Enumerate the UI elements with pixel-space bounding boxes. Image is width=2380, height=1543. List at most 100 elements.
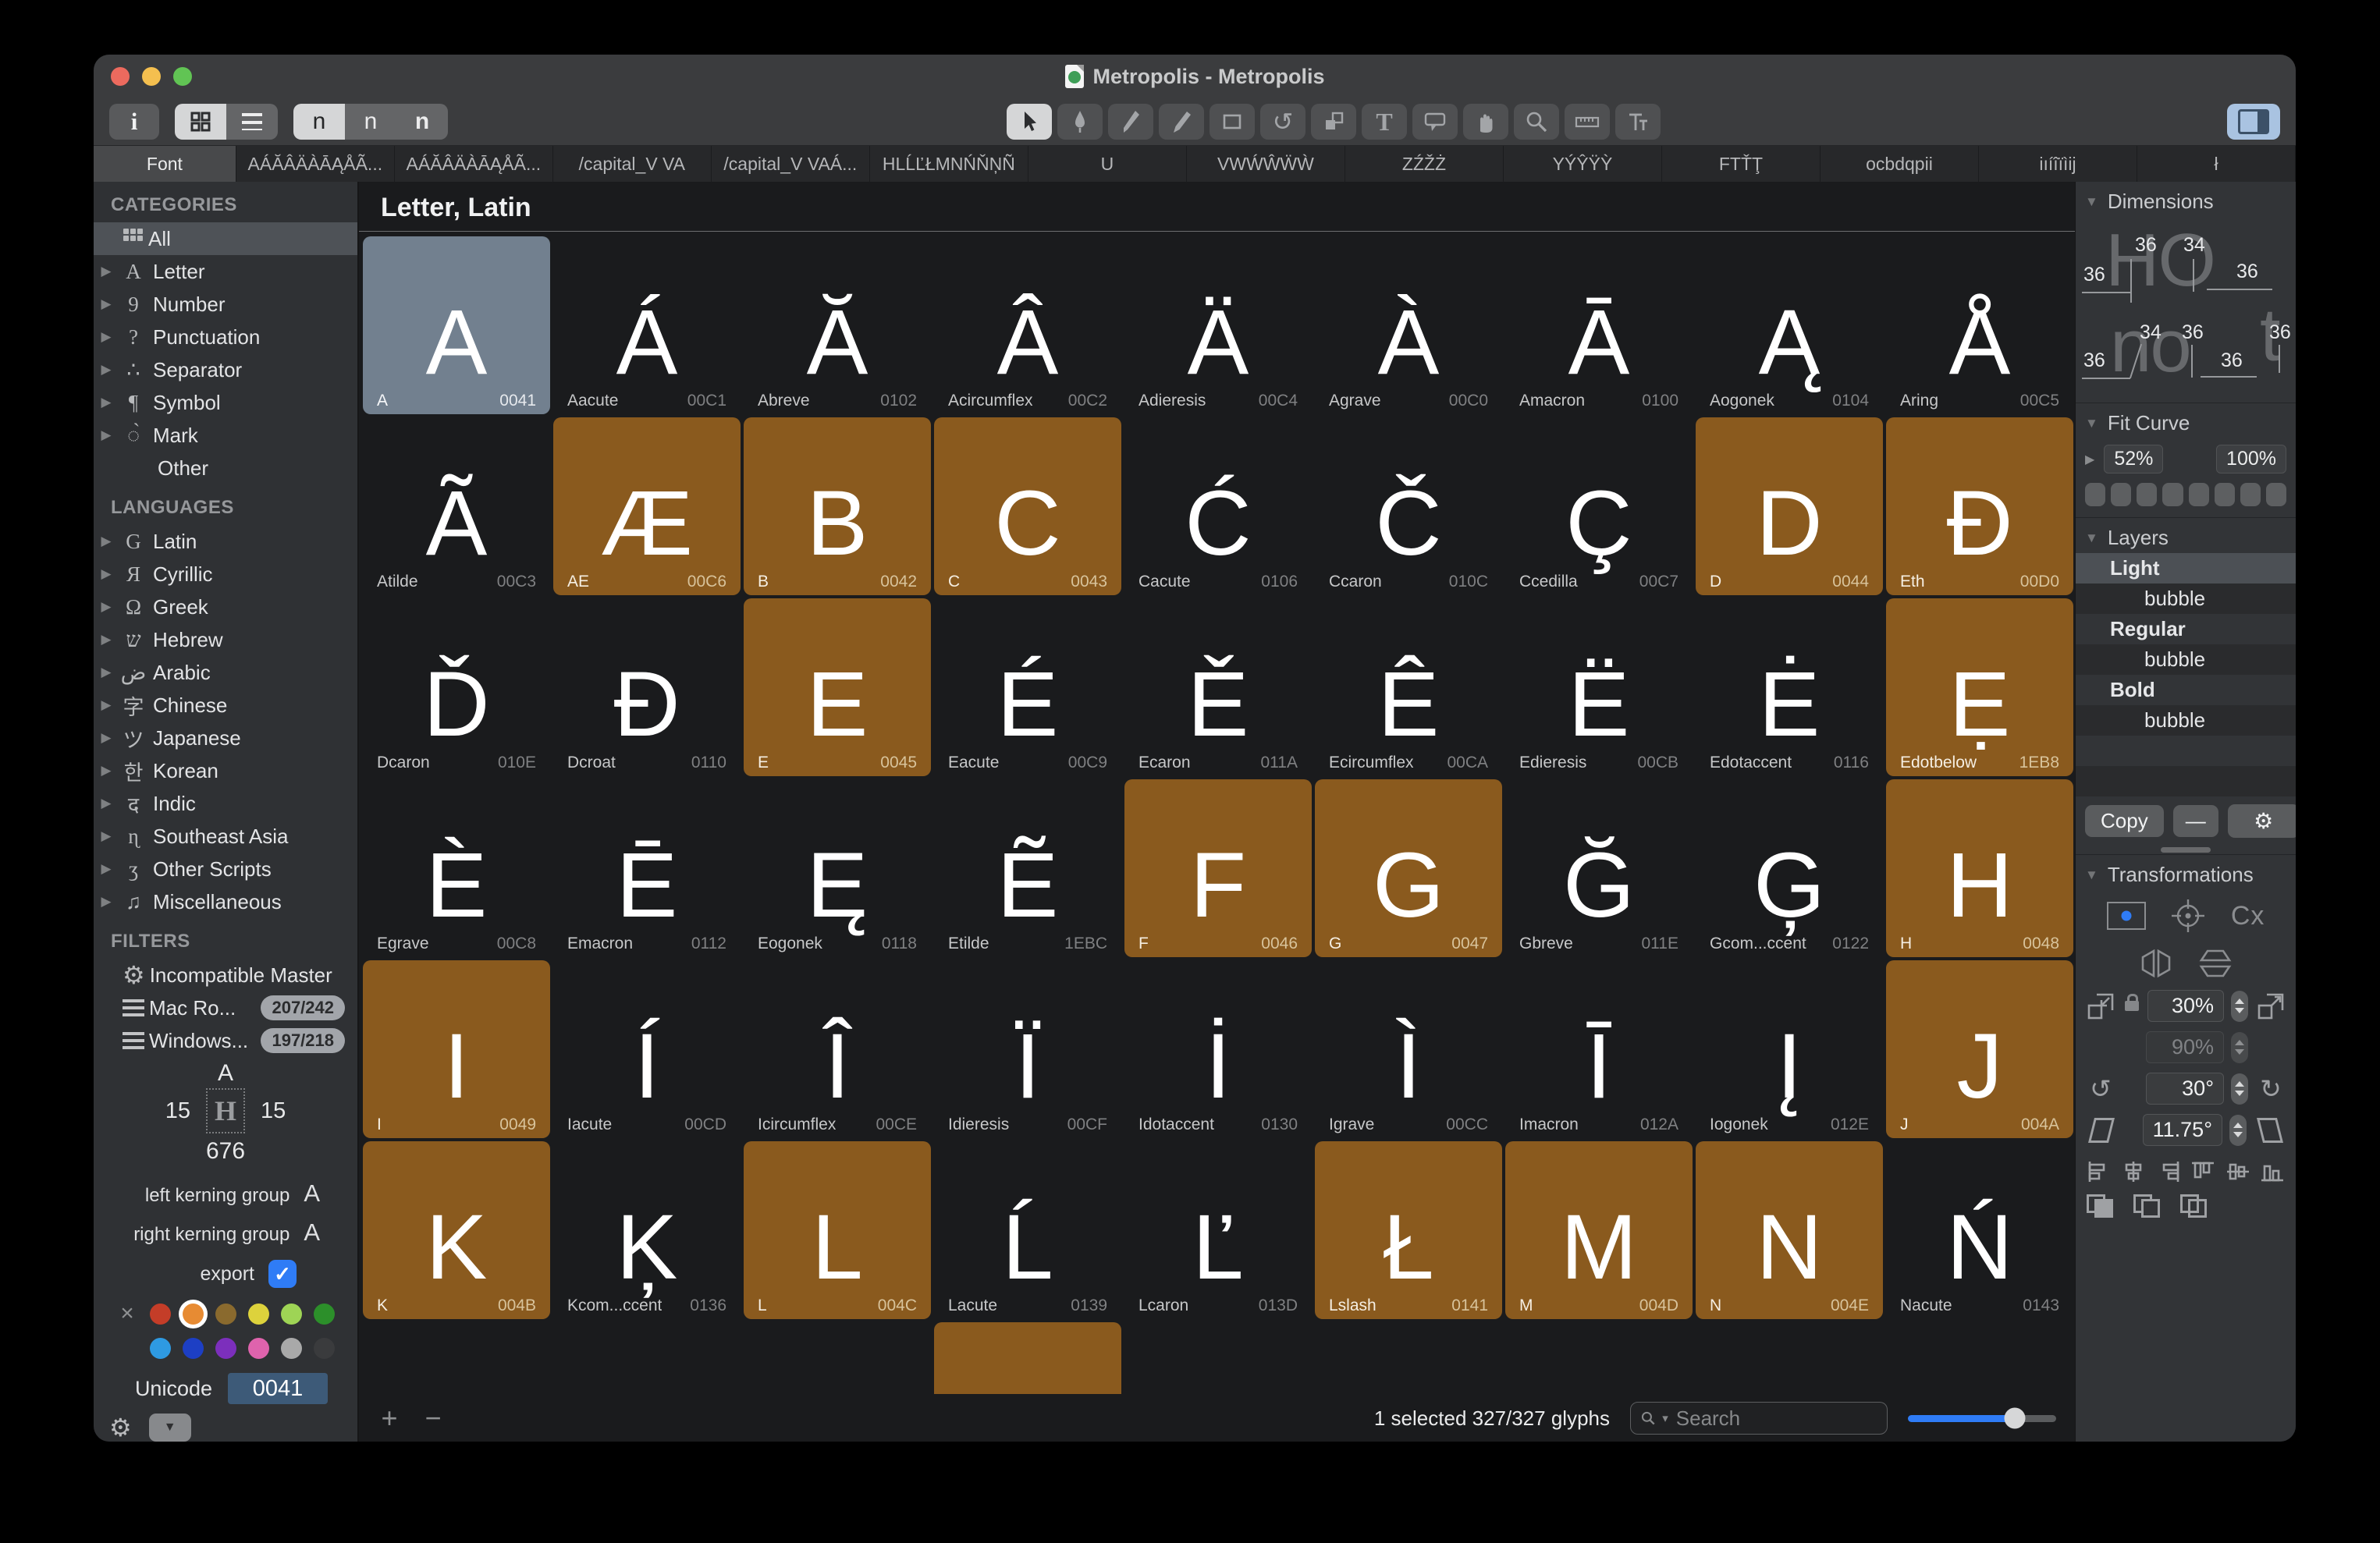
- glyph-cell-g[interactable]: GG0047: [1315, 779, 1502, 957]
- list-view-button[interactable]: [226, 104, 278, 140]
- glyph-cell-h[interactable]: HH0048: [1886, 779, 2073, 957]
- fit-curve-max-field[interactable]: 100%: [2216, 445, 2286, 474]
- glyph-cell-idieresis[interactable]: ÏIdieresis00CF: [934, 960, 1121, 1138]
- language-item-miscellaneous[interactable]: ▶♫Miscellaneous: [94, 885, 357, 918]
- toggle-sidebar-button[interactable]: [2227, 104, 2280, 140]
- glyph-cell-item[interactable]: Ô: [1315, 1322, 1502, 1394]
- zoom-button[interactable]: [173, 67, 192, 86]
- glyph-cell-iogonek[interactable]: ĮIogonek012E: [1696, 960, 1883, 1138]
- fit-curve-button[interactable]: [2137, 483, 2157, 506]
- lock-proportions-icon[interactable]: [2125, 1001, 2139, 1011]
- glyph-cell-ecaron[interactable]: ĚEcaron011A: [1124, 598, 1312, 776]
- glyph-cell-cacute[interactable]: ĆCacute0106: [1124, 417, 1312, 595]
- rotate-angle-field[interactable]: 30°: [2146, 1073, 2224, 1105]
- slant-right-icon[interactable]: [2257, 1118, 2283, 1143]
- glyph-cell-i[interactable]: II0049: [363, 960, 550, 1138]
- corner-tool[interactable]: [1311, 104, 1356, 140]
- filter-item-mac-ro[interactable]: Mac Ro...207/242: [94, 991, 357, 1024]
- glyph-cell-item[interactable]: Ö: [1505, 1322, 1693, 1394]
- layer-row-bubble[interactable]: bubble: [2076, 644, 2296, 675]
- fit-curve-min-field[interactable]: 52%: [2104, 445, 2163, 474]
- zoom-tool[interactable]: [1514, 104, 1559, 140]
- fit-curve-disclosure-icon[interactable]: ▶: [2085, 452, 2094, 467]
- copy-layer-button[interactable]: Copy: [2085, 805, 2164, 837]
- align-top-icon[interactable]: [2190, 1160, 2215, 1183]
- tab-hl-mn[interactable]: HLĹĽŁMNŃŇŅÑ: [870, 146, 1028, 182]
- scale-down-icon[interactable]: [2085, 991, 2116, 1021]
- glyph-cell-eogonek[interactable]: ĘEogonek0118: [744, 779, 931, 957]
- glyph-cell-ecircumflex[interactable]: ÊEcircumflex00CA: [1315, 598, 1502, 776]
- minimize-button[interactable]: [142, 67, 161, 86]
- glyph-cell-b[interactable]: BB0042: [744, 417, 931, 595]
- scale-stepper[interactable]: [2231, 991, 2248, 1022]
- glyph-cell-igrave[interactable]: ÌIgrave00CC: [1315, 960, 1502, 1138]
- language-item-hebrew[interactable]: ▶שHebrew: [94, 623, 357, 656]
- grid-zoom-slider[interactable]: [1908, 1406, 2056, 1430]
- language-item-chinese[interactable]: ▶字Chinese: [94, 689, 357, 722]
- knife-tool[interactable]: [1108, 104, 1153, 140]
- intersect-shapes-icon[interactable]: [2180, 1194, 2207, 1218]
- tab-z[interactable]: ZŹŽŻ: [1345, 146, 1504, 182]
- glyph-cell-aogonek[interactable]: ĄAogonek0104: [1696, 236, 1883, 414]
- category-item-letter[interactable]: ▶ALetter: [94, 255, 357, 288]
- glyph-cell-item[interactable]: Ò: [1696, 1322, 1883, 1394]
- fit-curve-button[interactable]: [2162, 483, 2183, 506]
- glyph-cell-m[interactable]: MM004D: [1505, 1141, 1693, 1319]
- fit-curve-button[interactable]: [2189, 483, 2209, 506]
- glyph-cell-n[interactable]: NN004E: [1696, 1141, 1883, 1319]
- primitives-tool[interactable]: [1210, 104, 1255, 140]
- slant-left-icon[interactable]: [2088, 1118, 2115, 1143]
- transform-metrics-icon[interactable]: Cx: [2231, 901, 2265, 931]
- glyph-cell-item[interactable]: Ň: [363, 1322, 550, 1394]
- glyph-cell-emacron[interactable]: ĒEmacron0112: [553, 779, 741, 957]
- glyph-cell-acircumflex[interactable]: ÂAcircumflex00C2: [934, 236, 1121, 414]
- glyph-cell-gbreve[interactable]: ĞGbreve011E: [1505, 779, 1693, 957]
- language-item-korean[interactable]: ▶한Korean: [94, 754, 357, 787]
- language-item-greek[interactable]: ▶ΩGreek: [94, 591, 357, 623]
- glyph-cell-item[interactable]: Ő: [1886, 1322, 2073, 1394]
- dimensions-section-header[interactable]: ▼ Dimensions: [2076, 182, 2296, 217]
- glyph-cell-gcom-ccent[interactable]: ĢGcom...ccent0122: [1696, 779, 1883, 957]
- glyph-cell-item[interactable]: Ņ: [553, 1322, 741, 1394]
- glyph-cell-o[interactable]: O: [934, 1322, 1121, 1394]
- scale-percent-field[interactable]: 30%: [2147, 990, 2224, 1022]
- left-kerning-value[interactable]: A: [304, 1179, 320, 1208]
- glyph-cell-icircumflex[interactable]: ÎIcircumflex00CE: [744, 960, 931, 1138]
- remove-glyph-button[interactable]: −: [421, 1404, 445, 1432]
- language-item-latin[interactable]: ▶GLatin: [94, 525, 357, 558]
- color-label-dot[interactable]: [314, 1304, 335, 1325]
- layer-row-regular[interactable]: Regular: [2076, 614, 2296, 644]
- transform-origin-target-icon[interactable]: [2169, 896, 2208, 935]
- annotation-tool[interactable]: [1412, 104, 1458, 140]
- category-item-other[interactable]: Other: [94, 452, 357, 484]
- no-color-icon[interactable]: ×: [117, 1300, 138, 1327]
- tab-ocbdqpii[interactable]: ocbdqpii: [1821, 146, 1979, 182]
- glyph-cell-item[interactable]: Ñ: [744, 1322, 931, 1394]
- glyph-cell-agrave[interactable]: ÀAgrave00C0: [1315, 236, 1502, 414]
- glyph-cell-lslash[interactable]: ŁLslash0141: [1315, 1141, 1502, 1319]
- color-label-dot[interactable]: [215, 1304, 236, 1325]
- glyph-cell-idotaccent[interactable]: İIdotaccent0130: [1124, 960, 1312, 1138]
- layer-row-bold[interactable]: Bold: [2076, 675, 2296, 705]
- glyph-cell-item[interactable]: Ó: [1124, 1322, 1312, 1394]
- glyph-cell-egrave[interactable]: ÈEgrave00C8: [363, 779, 550, 957]
- color-label-dot[interactable]: [183, 1304, 204, 1325]
- measure-tool[interactable]: [1565, 104, 1610, 140]
- language-item-cyrillic[interactable]: ▶ЯCyrillic: [94, 558, 357, 591]
- fit-curve-button[interactable]: [2240, 483, 2261, 506]
- scale-up-icon[interactable]: [2255, 991, 2286, 1021]
- tab-vw[interactable]: VWẂŴẄẀ: [1187, 146, 1345, 182]
- text-tool[interactable]: T: [1362, 104, 1407, 140]
- category-item-symbol[interactable]: ▶¶Symbol: [94, 386, 357, 419]
- category-item-mark[interactable]: ▶◌̀Mark: [94, 419, 357, 452]
- left-sidebearing-value[interactable]: 15: [165, 1098, 190, 1124]
- align-middle-horizontal-icon[interactable]: [2225, 1160, 2250, 1183]
- close-button[interactable]: [111, 67, 130, 86]
- transform-origin-selection-icon[interactable]: [2107, 902, 2146, 930]
- glyph-cell-amacron[interactable]: ĀAmacron0100: [1505, 236, 1693, 414]
- align-center-vertical-icon[interactable]: [2121, 1160, 2146, 1183]
- pencil-tool[interactable]: [1159, 104, 1204, 140]
- right-sidebearing-value[interactable]: 15: [261, 1098, 286, 1124]
- glyph-cell-ccaron[interactable]: ČCcaron010C: [1315, 417, 1502, 595]
- tab-capital-v-va[interactable]: /capital_V VAÁ...: [712, 146, 870, 182]
